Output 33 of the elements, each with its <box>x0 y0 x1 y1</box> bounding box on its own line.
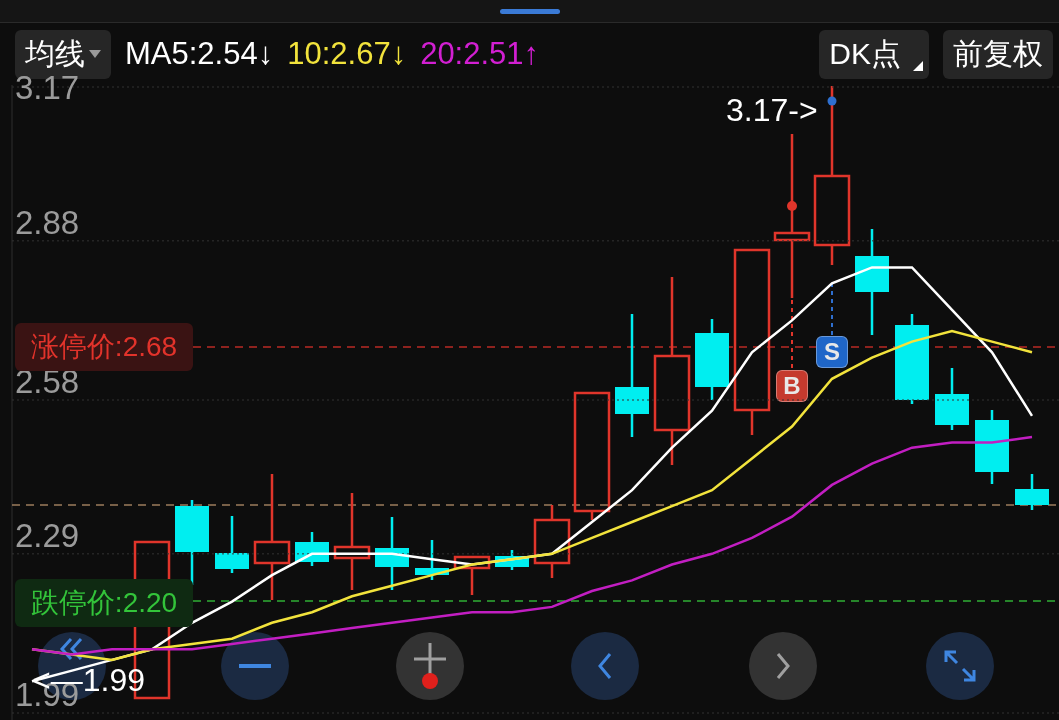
ma-reading: MA5:2.54↓ <box>125 36 274 72</box>
falling-candlestick <box>935 368 969 430</box>
minus-icon <box>239 664 271 668</box>
buy-signal-marker: B <box>776 370 808 402</box>
axis-tick-label: 2.29 <box>15 518 80 552</box>
plus-icon <box>414 643 446 689</box>
chevron-right-icon <box>776 652 790 680</box>
sell-signal-marker: S <box>816 336 848 368</box>
ma-reading: 20:2.51↑ <box>420 36 540 72</box>
price-adjust-button[interactable]: 前复权 <box>943 29 1053 79</box>
falling-candlestick <box>295 532 329 566</box>
rising-candlestick <box>453 555 491 595</box>
axis-tick-label: 2.88 <box>15 205 80 239</box>
limit-up-label: 涨停价:2.68 <box>15 323 193 371</box>
limit-down-label: 跌停价:2.20 <box>15 579 193 627</box>
zoom-out-button[interactable] <box>221 632 289 700</box>
double-left-icon <box>59 637 85 661</box>
falling-candlestick <box>495 550 529 570</box>
expand-icon <box>944 650 976 682</box>
buy-guide-line <box>791 299 793 369</box>
dropdown-caret-icon <box>89 50 101 58</box>
falling-candlestick <box>1015 474 1049 510</box>
sell-guide-line <box>831 282 833 336</box>
drag-handle[interactable] <box>499 8 560 14</box>
price-dot <box>787 201 797 211</box>
falling-candlestick <box>415 540 449 580</box>
dk-point-button[interactable]: DK点 <box>819 29 929 79</box>
falling-candlestick <box>215 516 249 573</box>
ma-reading: 10:2.67↓ <box>287 36 407 72</box>
high-price-label: 3.17-> <box>726 94 818 126</box>
chevron-left-icon <box>598 652 612 680</box>
corner-caret-icon <box>913 60 923 71</box>
high-point-dot <box>827 96 837 106</box>
